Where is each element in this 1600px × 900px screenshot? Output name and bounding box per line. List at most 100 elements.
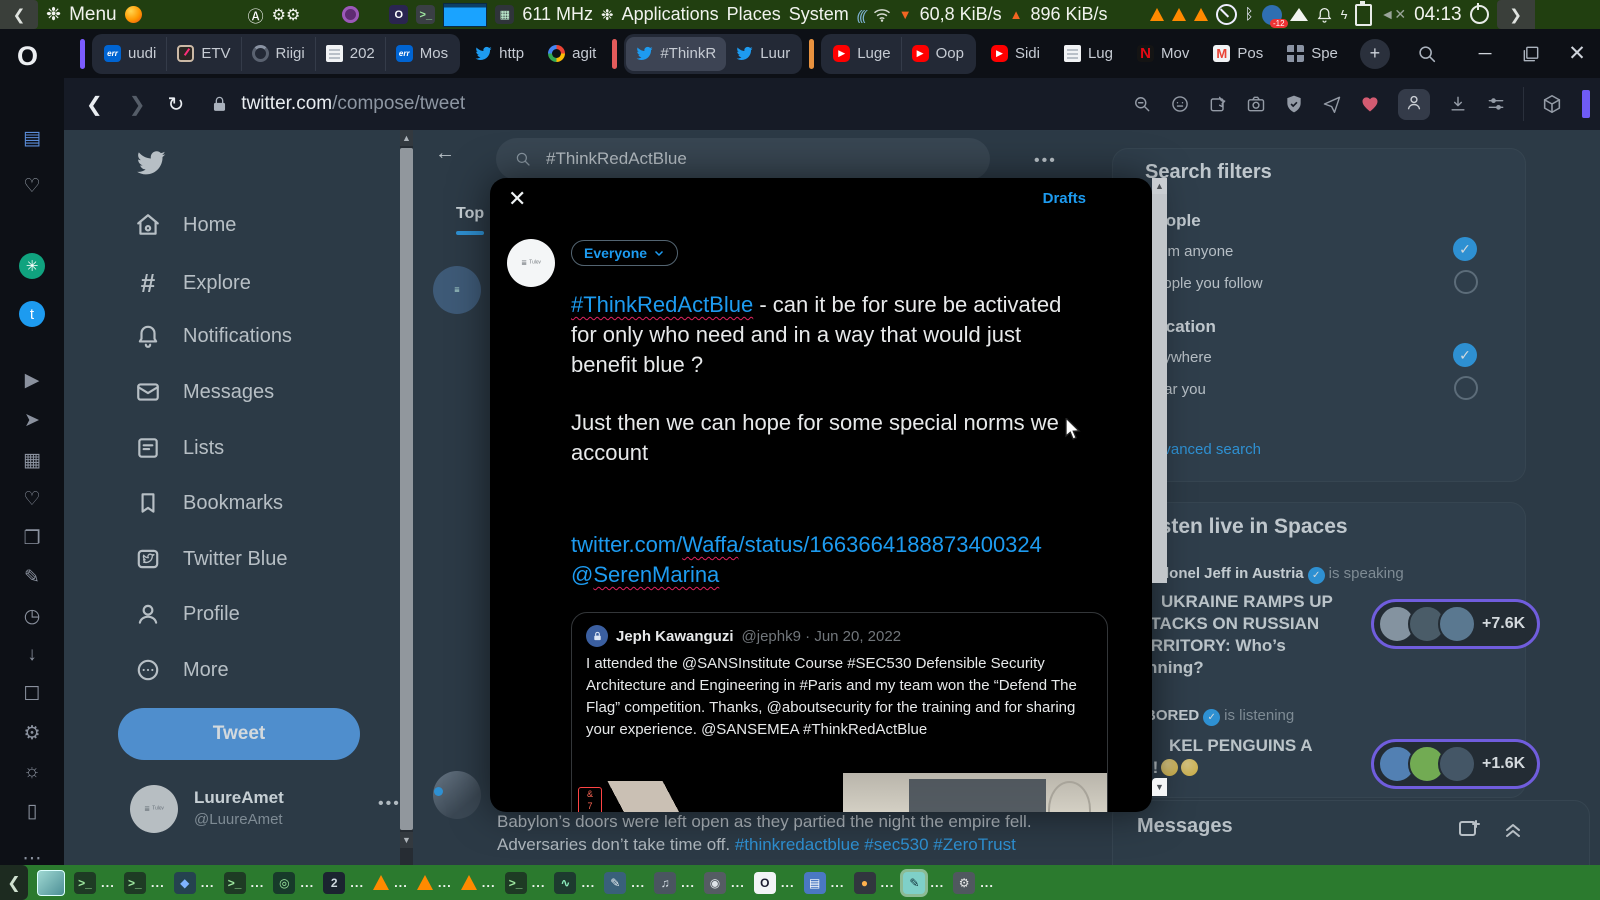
- reload-button[interactable]: ↻: [168, 92, 185, 117]
- workspace-switcher[interactable]: [37, 869, 65, 896]
- modal-scroll-down-button[interactable]: ▼: [1152, 778, 1167, 796]
- panel-collapse-left-button[interactable]: ❮: [0, 0, 38, 29]
- panel-collapse-right-button[interactable]: ❯: [1496, 0, 1535, 29]
- tab-document-202[interactable]: 202: [316, 36, 386, 71]
- tab-speed-dial[interactable]: Spe: [1277, 37, 1348, 71]
- system-menu[interactable]: System: [789, 4, 849, 25]
- opera-icon[interactable]: O: [389, 5, 409, 24]
- tor-icon[interactable]: [342, 6, 360, 23]
- battery-icon[interactable]: [1355, 0, 1373, 26]
- scroll-down-button[interactable]: ▼: [400, 832, 413, 848]
- taskbar-item-terminal[interactable]: >_...: [223, 871, 265, 894]
- bell-icon[interactable]: [1316, 6, 1333, 24]
- zoom-out-icon[interactable]: [1132, 94, 1152, 114]
- taskbar-item-text-editor[interactable]: ✎...: [604, 871, 645, 894]
- messenger-icon[interactable]: ➤: [0, 409, 64, 432]
- terminal-icon[interactable]: >_: [416, 5, 436, 24]
- blocked-circle-icon[interactable]: [1215, 4, 1237, 25]
- tab-group-accent-purple[interactable]: [80, 38, 85, 69]
- wifi-strength-icon[interactable]: [1289, 8, 1308, 21]
- back-button[interactable]: ❮: [86, 92, 103, 117]
- firefox-icon[interactable]: [124, 6, 142, 23]
- downloads-icon[interactable]: [1448, 94, 1468, 114]
- taskbar-item-opera[interactable]: O...: [753, 871, 795, 894]
- opera-logo-icon[interactable]: O: [17, 41, 38, 72]
- scroll-up-button[interactable]: ▲: [400, 130, 413, 146]
- tab-twitter-http[interactable]: http: [465, 37, 534, 71]
- scroll-thumb[interactable]: [400, 148, 413, 830]
- close-icon[interactable]: ✕: [508, 186, 526, 212]
- tab-riigi[interactable]: Riigi: [242, 36, 316, 71]
- profile-button[interactable]: [1398, 88, 1430, 120]
- downloads-icon[interactable]: ↓: [0, 644, 64, 666]
- cpu-icon[interactable]: ▦: [495, 5, 515, 24]
- settings-icon[interactable]: ⚙: [0, 722, 64, 745]
- tab-group-accent-orange[interactable]: [809, 38, 815, 69]
- clock[interactable]: 04:13: [1414, 4, 1462, 26]
- taskbar-item-tor-browser[interactable]: 2...: [323, 871, 364, 894]
- lamp-icon[interactable]: ☼: [0, 761, 64, 783]
- extensions-cube-icon[interactable]: [1541, 93, 1563, 115]
- panels-icon[interactable]: ❐: [0, 527, 64, 550]
- wifi-icon[interactable]: [873, 8, 891, 22]
- reader-mode-icon[interactable]: [1170, 94, 1190, 114]
- tweet-hashtag[interactable]: #ThinkRedActBlue: [571, 292, 753, 317]
- shield-check-icon[interactable]: [1284, 94, 1304, 114]
- favorites-heart-icon[interactable]: [1360, 94, 1380, 114]
- weather-badge[interactable]: -12: [1261, 4, 1288, 28]
- quoted-tweet-card[interactable]: Jeph Kawanguzi @jephk9 · Jun 20, 2022 I …: [571, 612, 1108, 812]
- tab-google[interactable]: agit: [538, 37, 606, 71]
- taskbar-item-music-folder[interactable]: ♫...: [654, 871, 695, 894]
- battery-icon[interactable]: ▯: [0, 800, 64, 823]
- page-scrollbar[interactable]: ▲ ▼: [400, 130, 413, 865]
- tab-etv[interactable]: ETV: [167, 36, 242, 71]
- taskbar-item-terminal[interactable]: >_...: [504, 871, 546, 894]
- taskbar-item-document-viewer[interactable]: ▤...: [803, 871, 845, 894]
- audience-selector[interactable]: Everyone: [571, 240, 679, 266]
- power-icon[interactable]: [1469, 3, 1489, 24]
- taskbar-item-recorder[interactable]: ◉...: [703, 871, 745, 894]
- taskbar-item-vlc[interactable]: ...: [460, 875, 496, 890]
- tab-netflix[interactable]: N Mov: [1127, 37, 1199, 71]
- new-tab-button[interactable]: +: [1359, 38, 1390, 69]
- volume-muted-icon[interactable]: ◄✕: [1380, 6, 1406, 23]
- sidebar-handle[interactable]: [1582, 90, 1590, 118]
- chatgpt-icon[interactable]: ✳: [0, 253, 64, 279]
- taskbar-item-notes-active[interactable]: ✎...: [903, 871, 944, 894]
- taskbar-item-system-monitor[interactable]: ∿...: [554, 871, 595, 894]
- network-graph-icon[interactable]: [443, 2, 488, 27]
- tab-group-accent-red[interactable]: [612, 38, 618, 69]
- taskbar-item-settings[interactable]: ⚙...: [953, 871, 994, 894]
- url-field[interactable]: twitter.com/compose/tweet: [241, 93, 465, 115]
- taskbar-item-terminal[interactable]: >_...: [123, 871, 165, 894]
- places-menu[interactable]: Places: [727, 4, 781, 25]
- drafts-link[interactable]: Drafts: [1043, 190, 1086, 207]
- lock-icon[interactable]: [210, 95, 229, 114]
- twitter-icon[interactable]: t: [0, 301, 64, 327]
- vlc-icon[interactable]: [1171, 8, 1186, 21]
- quoted-image-scoreboard[interactable]: [843, 773, 1107, 812]
- quoted-image-keyboard[interactable]: & 7: [572, 773, 841, 812]
- tab-err-uudised[interactable]: err uudi: [94, 36, 168, 71]
- tune-sliders-icon[interactable]: [1486, 94, 1506, 114]
- compose-icon[interactable]: ✎: [0, 566, 64, 589]
- tweet-mention[interactable]: @SerenMarina: [571, 560, 1042, 590]
- taskbar-item-terminal[interactable]: >_...: [74, 871, 115, 894]
- taskbar-collapse-button[interactable]: ❮: [0, 865, 28, 900]
- close-window-button[interactable]: ✕: [1554, 41, 1600, 66]
- tab-twitter-luur[interactable]: Luur: [726, 37, 800, 71]
- tweet-text-editor[interactable]: #ThinkRedActBlue - can it be for sure be…: [571, 290, 1061, 468]
- grid-icon[interactable]: ▦: [0, 449, 64, 472]
- box-icon[interactable]: ☐: [0, 683, 64, 706]
- vlc-icon[interactable]: [1193, 8, 1208, 21]
- heart-icon[interactable]: ♡: [0, 488, 64, 511]
- tweet-link-block[interactable]: twitter.com/Waffa/status/166366418887340…: [571, 530, 1042, 590]
- gears-icon[interactable]: ⚙⚙: [272, 5, 301, 25]
- play-icon[interactable]: ▶: [0, 369, 64, 392]
- applications-menu[interactable]: Applications: [622, 4, 719, 25]
- send-to-device-icon[interactable]: [1322, 94, 1342, 114]
- tweet-link[interactable]: twitter.com/Waffa/status/166366418887340…: [571, 530, 1042, 560]
- tab-youtube-luge[interactable]: ▶ Luge: [823, 36, 902, 71]
- tab-gmail[interactable]: M Pos: [1203, 37, 1273, 71]
- maximize-button[interactable]: [1521, 44, 1541, 64]
